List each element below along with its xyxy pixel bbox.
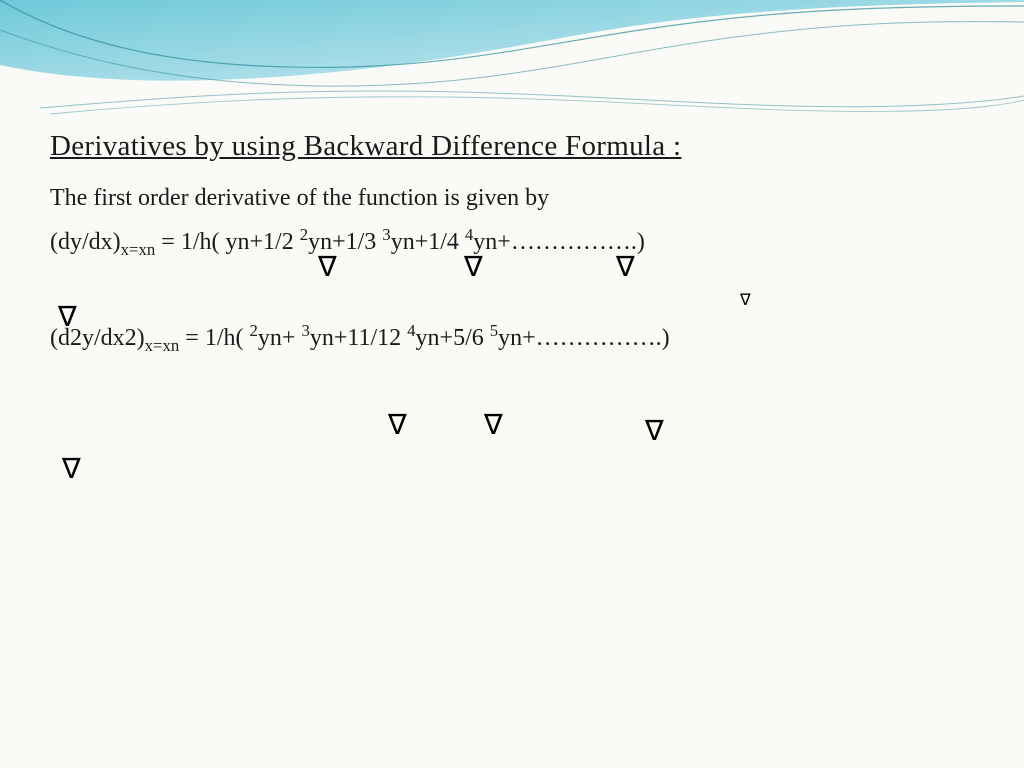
nabla-icon: ∇ [58,300,77,334]
nabla-icon: ∇ [62,452,81,486]
f2-p5: yn+…………….) [498,325,670,351]
formula-first-order: (dy/dx)x=xn = 1/h( yn+1/2 2yn+1/3 3yn+1/… [50,222,974,262]
f2-p4: yn+5/6 [416,325,490,351]
nabla-icon: ∇ [616,250,635,284]
nabla-icon: ∇ [464,250,483,284]
f1-eq: = 1/h( yn+1/2 [155,229,299,255]
f2-p3: yn+11/12 [310,325,407,351]
nabla-icon: ∇ [645,414,664,448]
f1-s2: 2 [300,225,308,244]
formula-second-order: (d2y/dx2)x=xn = 1/h( 2yn+ 3yn+11/12 4yn+… [50,318,974,358]
f2-s2: 2 [250,321,258,340]
f1-sub: x=xn [121,240,156,259]
nabla-icon: ∇ [388,408,407,442]
slide-content: Derivatives by using Backward Difference… [50,130,974,368]
f2-p2: yn+ [258,325,302,351]
f2-sub: x=xn [145,336,180,355]
nabla-icon: ∇ [318,250,337,284]
f1-lhs: (dy/dx) [50,229,121,255]
nabla-icon: ∇ [484,408,503,442]
f2-s5: 5 [490,321,498,340]
f2-s4: 4 [407,321,415,340]
f1-s3: 3 [382,225,390,244]
f1-p3: yn+1/4 [391,229,465,255]
slide-title: Derivatives by using Backward Difference… [50,130,974,163]
intro-text: The first order derivative of the functi… [50,181,974,216]
f2-s3: 3 [301,321,309,340]
nabla-icon: ∇ [740,290,751,310]
f2-eq: = 1/h( [179,325,249,351]
decorative-header-swoosh [0,0,1024,130]
